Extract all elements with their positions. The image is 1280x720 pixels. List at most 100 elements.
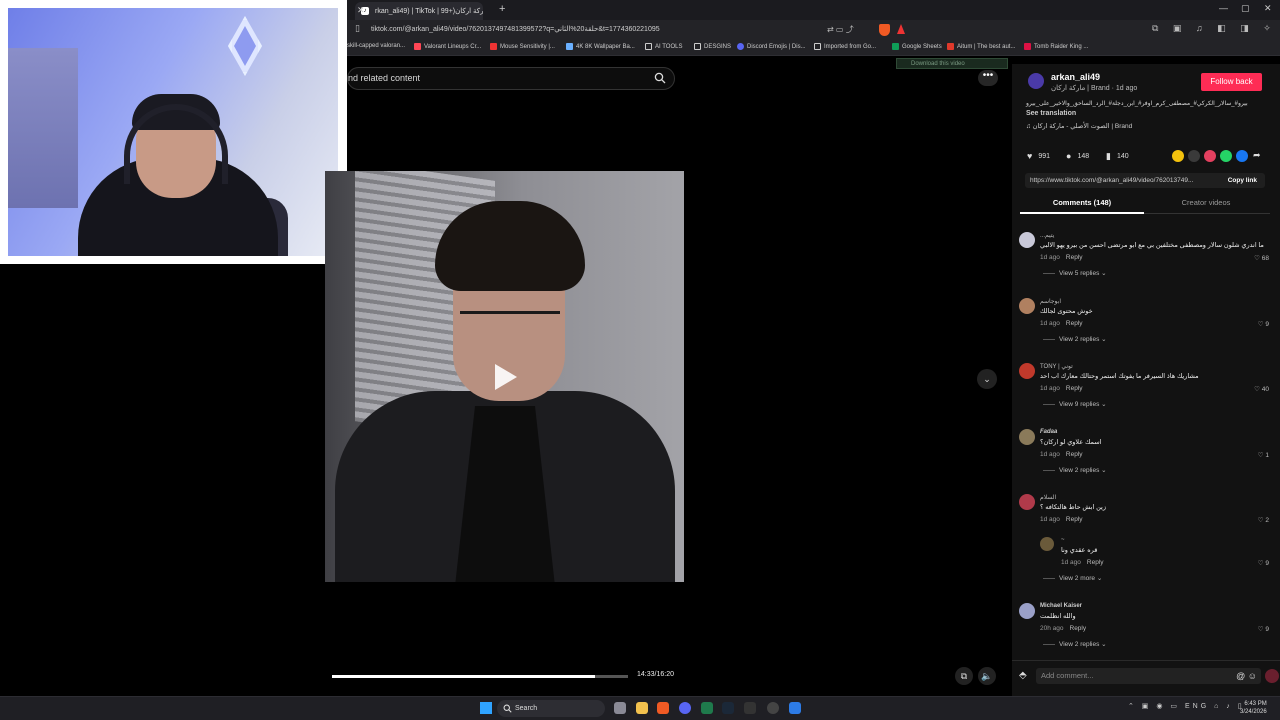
avatar[interactable]: [1028, 73, 1044, 89]
brave-shield-icon[interactable]: [879, 24, 890, 36]
minimize-button[interactable]: —: [1219, 3, 1228, 13]
view-more-replies-button[interactable]: View 2 more ⌄: [1043, 574, 1102, 582]
reply-button[interactable]: Reply: [1066, 254, 1083, 261]
toolbar-icons[interactable]: ⧉ ▣ ♫ ◧ ◨ ✧ ⊚ ⋮: [1152, 23, 1280, 34]
reply-button[interactable]: Reply: [1070, 625, 1087, 632]
comment-like[interactable]: ♡ 9: [1258, 559, 1269, 567]
avatar[interactable]: [1019, 363, 1035, 379]
tab-comments[interactable]: Comments (148): [1020, 198, 1144, 214]
reply-button[interactable]: Reply: [1066, 320, 1083, 327]
avatar[interactable]: [1019, 429, 1035, 445]
bookmark-item[interactable]: Valorant Lineups Cr...: [414, 43, 481, 50]
comment-like[interactable]: ♡ 9: [1258, 320, 1269, 328]
view-replies-button[interactable]: View 9 replies ⌄: [1043, 400, 1107, 408]
comment-author[interactable]: السلام: [1040, 494, 1056, 501]
obs-icon[interactable]: [767, 702, 779, 714]
avatar[interactable]: [1040, 537, 1054, 551]
bookmark-item[interactable]: skill-capped valoran...: [347, 43, 405, 49]
avatar[interactable]: [1019, 298, 1035, 314]
search-bar[interactable]: nd related content: [347, 67, 675, 90]
facebook-icon[interactable]: [1236, 150, 1248, 162]
username[interactable]: arkan_ali49: [1051, 72, 1100, 82]
more-options-icon[interactable]: •••: [978, 70, 998, 86]
like-stat[interactable]: ♥ 991: [1027, 151, 1050, 161]
embed-icon[interactable]: [1188, 150, 1200, 162]
clock[interactable]: 6:43 PM 3/24/2026: [1240, 700, 1267, 716]
comment-author[interactable]: TONY | توني: [1040, 363, 1073, 370]
next-video-icon[interactable]: ⌄: [977, 369, 997, 389]
bookmark-item[interactable]: Google Sheets: [892, 43, 942, 50]
comment-like[interactable]: ♡ 68: [1254, 254, 1269, 262]
comment-author[interactable]: Michael Kaiser: [1040, 603, 1082, 609]
new-tab-button[interactable]: +: [499, 3, 505, 15]
progress-bar[interactable]: [332, 675, 628, 678]
music-line[interactable]: ♫ الصوت الأصلي - مارکة ارکان | Brand: [1026, 122, 1132, 130]
avatar[interactable]: [1019, 494, 1035, 510]
task-view-icon[interactable]: [614, 702, 626, 714]
search-icon[interactable]: [654, 72, 666, 84]
view-replies-button[interactable]: View 2 replies ⌄: [1043, 335, 1107, 343]
system-tray[interactable]: ⌃ ▣ ◉ ▭ ENG ⌂ ♪ ▯: [1128, 702, 1245, 710]
bookmark-item[interactable]: Tomb Raider King ...: [1024, 43, 1088, 50]
url-field[interactable]: tiktok.com/@arkan_ali49/video/7620137497…: [371, 23, 906, 37]
bookmark-item[interactable]: Mouse Sensitivity |...: [490, 43, 555, 50]
send-comment-button[interactable]: [1265, 669, 1279, 683]
miniplayer-icon[interactable]: ⧉: [955, 667, 973, 685]
comment-author[interactable]: ...يتيم: [1040, 232, 1054, 239]
comment-like[interactable]: ♡ 9: [1258, 625, 1269, 633]
forward-icon[interactable]: ➦: [1253, 150, 1261, 161]
comment-stat[interactable]: ● 148: [1066, 151, 1089, 161]
file-explorer-icon[interactable]: [636, 702, 648, 714]
comment-author[interactable]: ~: [1061, 537, 1065, 543]
copy-link-button[interactable]: Copy link: [1221, 173, 1257, 188]
comment-like[interactable]: ♡ 1: [1258, 451, 1269, 459]
comment-icon[interactable]: ●: [1066, 151, 1071, 161]
share-icon[interactable]: [1204, 150, 1216, 162]
save-stat[interactable]: ▮ 140: [1106, 151, 1129, 162]
reply-button[interactable]: Reply: [1066, 385, 1083, 392]
view-replies-button[interactable]: View 5 replies ⌄: [1043, 269, 1107, 277]
reply-button[interactable]: Reply: [1087, 559, 1104, 566]
bookmark-folder[interactable]: AI TOOLS: [645, 43, 682, 50]
bookmark-icon[interactable]: ▯: [355, 23, 360, 34]
bookmark-item[interactable]: Aitum | The best aut...: [947, 43, 1015, 50]
bookmark-folder[interactable]: DESGINS: [694, 43, 731, 50]
app-icon[interactable]: [701, 702, 713, 714]
bookmark-item[interactable]: 4K 8K Wallpaper Ba...: [566, 43, 635, 50]
app-icon[interactable]: [789, 702, 801, 714]
add-comment-input[interactable]: Add comment... @ ☺: [1036, 668, 1261, 684]
mention-emoji-icons[interactable]: @ ☺: [1236, 668, 1257, 684]
share-friends-icon[interactable]: [1172, 150, 1184, 162]
comment-author[interactable]: ابوجاسم: [1040, 298, 1061, 305]
view-replies-button[interactable]: View 2 replies ⌄: [1043, 466, 1107, 474]
volume-icon[interactable]: 🔈: [978, 667, 996, 685]
bookmark-folder[interactable]: Imported from Go...: [814, 43, 876, 50]
close-window-button[interactable]: ✕: [1264, 3, 1272, 14]
video-link-field[interactable]: https://www.tiktok.com/@arkan_ali49/vide…: [1025, 173, 1265, 188]
windows-start-icon[interactable]: [480, 702, 492, 714]
tab-creator-videos[interactable]: Creator videos: [1144, 198, 1268, 214]
comment-like[interactable]: ♡ 40: [1254, 385, 1269, 393]
avatar[interactable]: [1019, 232, 1035, 248]
view-replies-button[interactable]: View 2 replies ⌄: [1043, 640, 1107, 648]
active-tab[interactable]: ♪ rkan_ali49) | TikTok | مارکة ارکان(+99: [355, 2, 483, 20]
reply-button[interactable]: Reply: [1066, 451, 1083, 458]
heart-icon[interactable]: ♥: [1027, 151, 1032, 161]
bookmark-icon[interactable]: ▮: [1106, 151, 1111, 162]
see-translation-link[interactable]: See translation: [1026, 110, 1076, 117]
comment-like[interactable]: ♡ 2: [1258, 516, 1269, 524]
whatsapp-icon[interactable]: [1220, 150, 1232, 162]
close-icon[interactable]: ✕: [357, 5, 365, 16]
avatar[interactable]: [1019, 603, 1035, 619]
gift-icon[interactable]: ⬘: [1019, 670, 1027, 681]
address-actions-icons[interactable]: ⇄ ▭ ⤴: [827, 24, 854, 35]
search-input[interactable]: nd related content: [348, 73, 420, 83]
taskbar-search[interactable]: Search: [497, 700, 605, 717]
brave-icon[interactable]: [657, 702, 669, 714]
maximize-button[interactable]: ▢: [1241, 3, 1250, 14]
play-icon[interactable]: [493, 362, 519, 392]
app-icon[interactable]: [744, 702, 756, 714]
comment-author[interactable]: Fadaa: [1040, 429, 1057, 435]
follow-back-button[interactable]: Follow back: [1201, 73, 1262, 91]
steam-icon[interactable]: [722, 702, 734, 714]
